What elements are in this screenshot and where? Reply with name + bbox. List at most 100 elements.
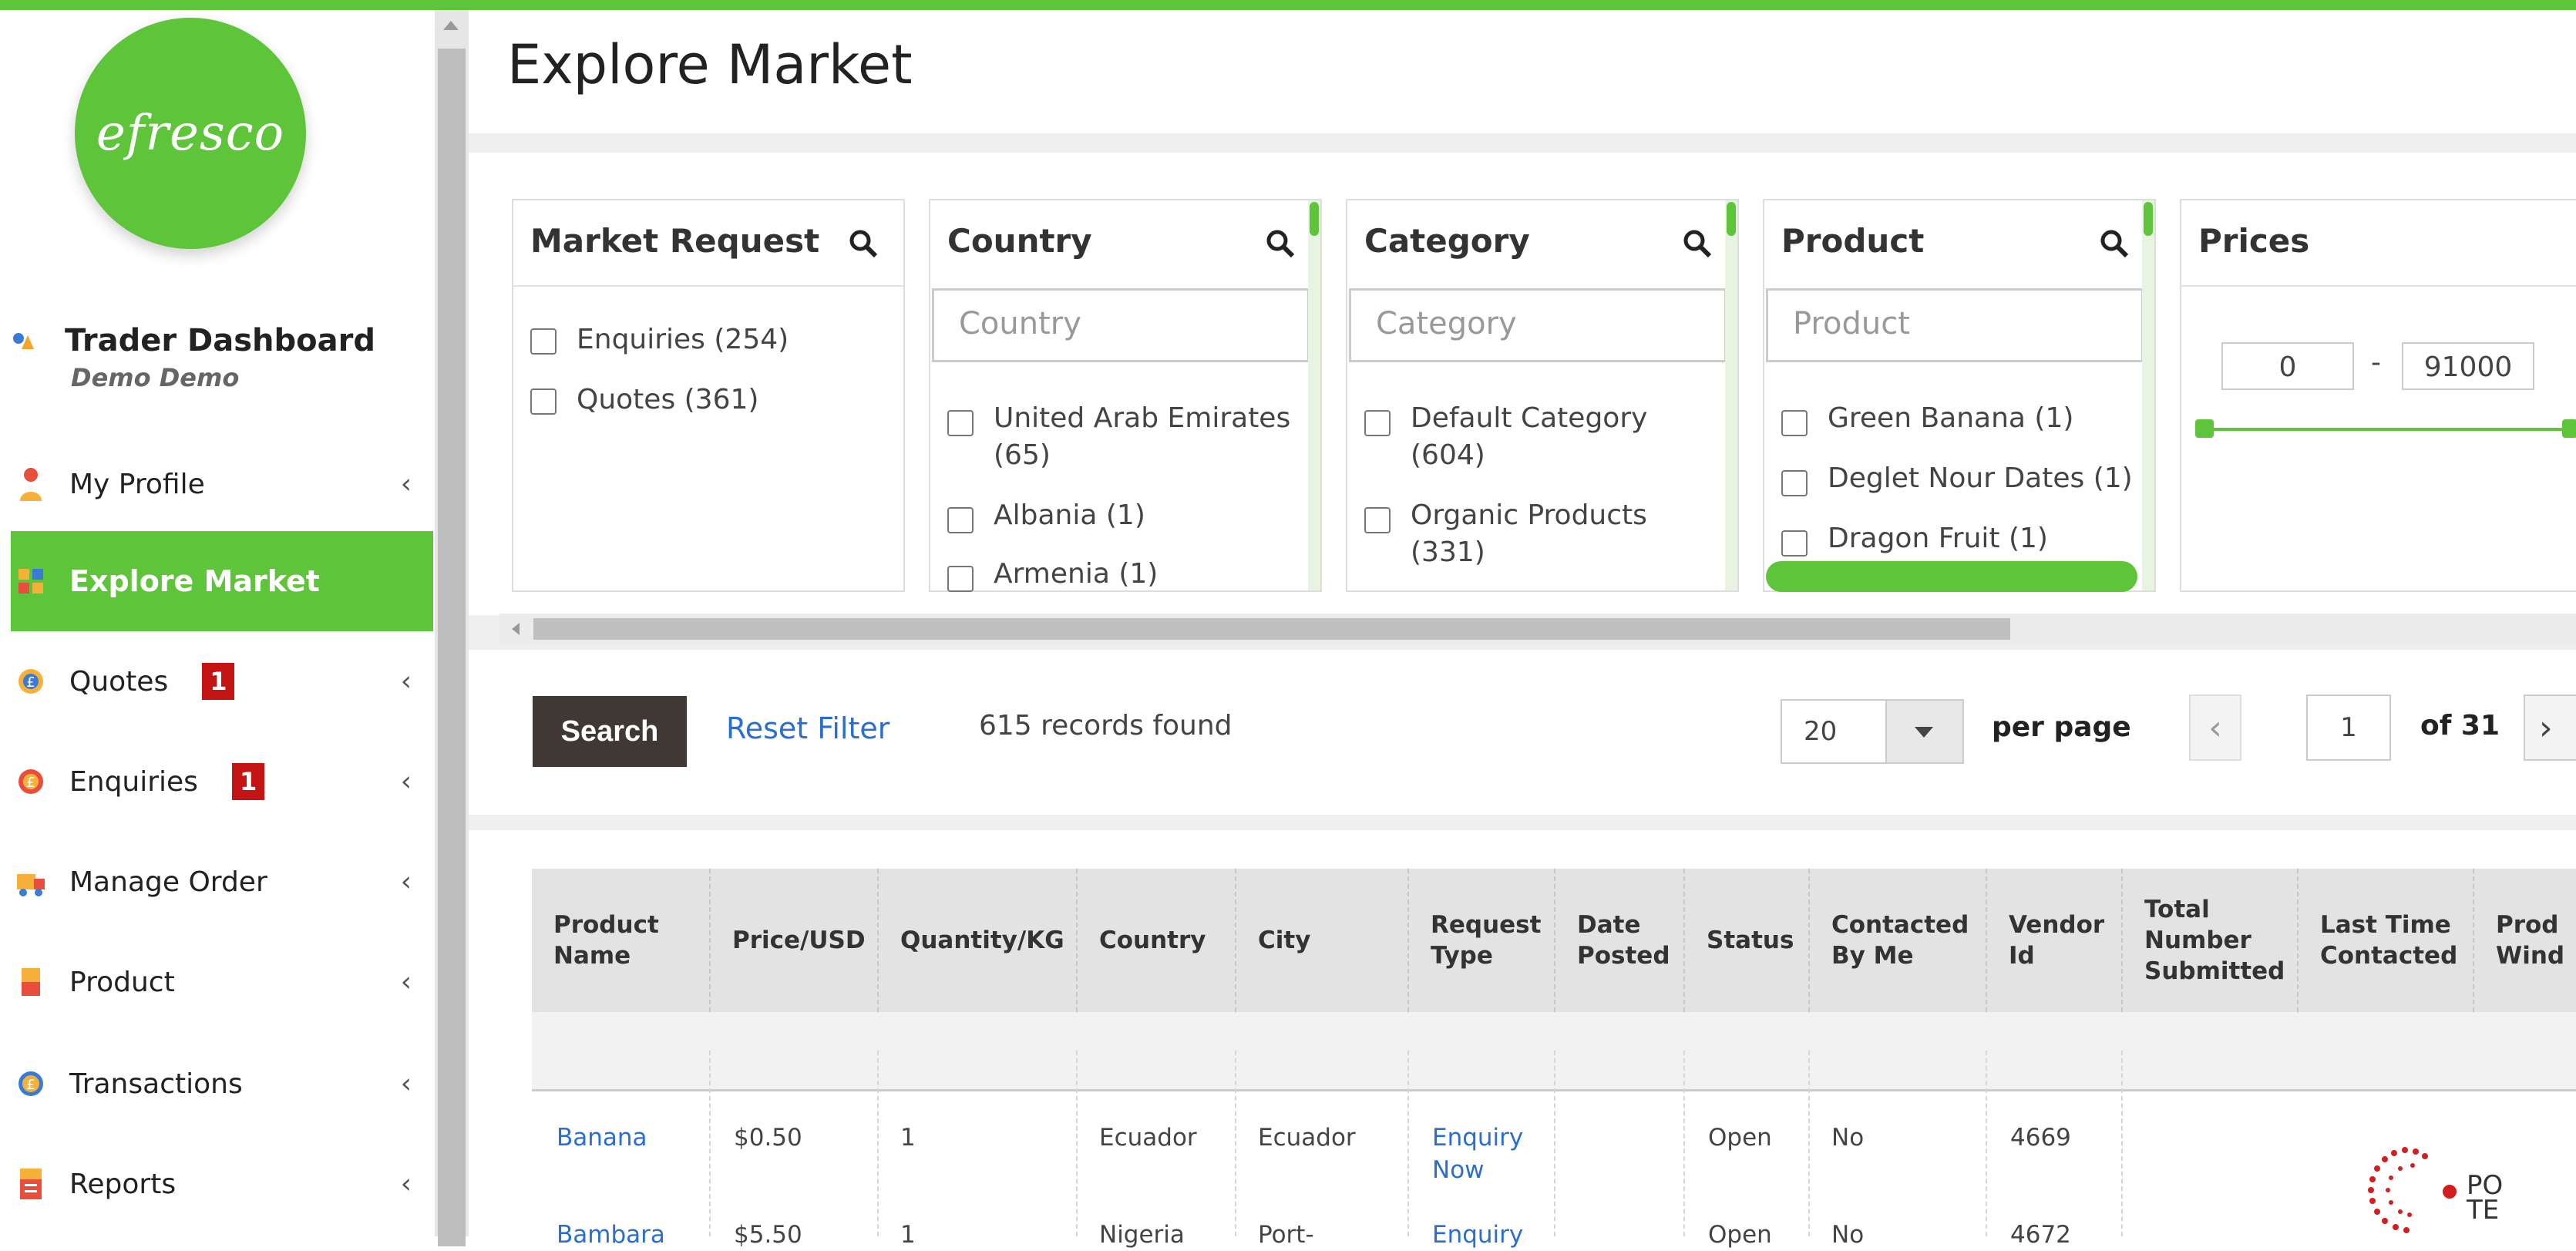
column-header[interactable]: Status xyxy=(1683,869,1808,1012)
scrollbar-thumb[interactable] xyxy=(438,49,466,1246)
country-search-input[interactable]: Country xyxy=(932,288,1310,362)
chevron-left-icon: ‹ xyxy=(400,1168,412,1200)
column-header[interactable]: Date Posted xyxy=(1554,869,1683,1012)
panel-scrollbar[interactable] xyxy=(1308,200,1320,590)
divider xyxy=(513,285,903,287)
panel-scrollbar[interactable] xyxy=(2142,200,2154,590)
scroll-left-arrow-icon[interactable] xyxy=(512,623,520,635)
column-divider xyxy=(877,1051,879,1236)
price-slider-max-handle[interactable] xyxy=(2562,419,2576,438)
request-type-link[interactable]: Enquiry xyxy=(1432,1219,1523,1251)
column-header[interactable]: Prod Wind xyxy=(2473,869,2576,1012)
search-icon[interactable] xyxy=(1682,228,1713,259)
product-checkbox[interactable] xyxy=(1781,470,1808,496)
country-checkbox[interactable] xyxy=(947,410,974,436)
horizontal-scroll-thumb[interactable] xyxy=(1766,561,2137,592)
enquiries-count-badge: 1 xyxy=(231,763,265,800)
sidebar-item-product[interactable]: Product ‹ xyxy=(11,932,433,1032)
scrollbar-thumb[interactable] xyxy=(1310,202,1319,236)
quotes-checkbox[interactable] xyxy=(530,388,557,415)
price-slider-min-handle[interactable] xyxy=(2195,419,2214,438)
product-name-link[interactable]: Banana xyxy=(557,1122,647,1154)
product-name-link[interactable]: Bambara xyxy=(557,1219,665,1251)
sidebar-item-label: Quotes xyxy=(69,665,169,698)
search-icon[interactable] xyxy=(1265,228,1296,259)
column-divider xyxy=(2121,1051,2123,1236)
sidebar-item-explore-market[interactable]: Explore Market xyxy=(11,531,433,631)
sidebar-item-transactions[interactable]: £ Transactions ‹ xyxy=(11,1034,433,1134)
quantity-cell: 1 xyxy=(900,1221,916,1249)
chevron-left-icon: ‹ xyxy=(400,866,412,898)
category-checkbox[interactable] xyxy=(1364,507,1391,533)
search-button[interactable]: Search xyxy=(533,696,687,767)
svg-text:£: £ xyxy=(26,775,35,791)
product-search-input[interactable]: Product xyxy=(1766,288,2144,362)
country-checkbox[interactable] xyxy=(947,507,974,533)
sidebar: efresco Trader Dashboard Demo Demo My Pr… xyxy=(0,10,435,1236)
sidebar-item-reports[interactable]: Reports ‹ xyxy=(11,1134,433,1234)
column-header[interactable]: City xyxy=(1235,869,1407,1012)
enquiries-checkbox[interactable] xyxy=(530,328,557,355)
column-divider xyxy=(1554,1051,1555,1236)
column-header[interactable]: Contacted By Me xyxy=(1808,869,1986,1012)
search-icon[interactable] xyxy=(2099,228,2130,259)
request-type-link[interactable]: Enquiry Now xyxy=(1432,1122,1532,1186)
order-icon xyxy=(17,874,45,896)
reports-icon xyxy=(20,1169,42,1199)
next-page-button[interactable]: › xyxy=(2524,694,2576,761)
panel-scrollbar[interactable] xyxy=(1725,200,1737,590)
chevron-left-icon: ‹ xyxy=(400,966,412,998)
scrollbar-thumb[interactable] xyxy=(1727,202,1736,236)
column-header[interactable]: Product Name xyxy=(532,869,709,1012)
column-header[interactable]: Price/USD xyxy=(709,869,877,1012)
status-cell: Open xyxy=(1708,1221,1772,1249)
min-price-input[interactable]: 0 xyxy=(2221,342,2354,390)
column-divider xyxy=(1076,1051,1078,1236)
product-checkbox[interactable] xyxy=(1781,530,1808,557)
country-cell: Ecuador xyxy=(1099,1124,1197,1152)
divider xyxy=(2181,285,2576,287)
sidebar-scrollbar[interactable] xyxy=(435,10,469,1246)
contacted-cell: No xyxy=(1831,1221,1865,1249)
column-header[interactable]: Quantity/KG xyxy=(877,869,1076,1012)
dropdown-button[interactable] xyxy=(1885,701,1962,762)
filter-title: Product xyxy=(1781,222,1925,260)
sidebar-item-quotes[interactable]: £ Quotes 1 ‹ xyxy=(11,631,433,731)
page-number-input[interactable]: 1 xyxy=(2306,694,2391,761)
country-checkbox[interactable] xyxy=(947,566,974,592)
per-page-select[interactable]: 20 xyxy=(1781,699,1964,764)
prices-filter: Prices 0 - 91000 xyxy=(2180,199,2576,592)
quotes-count-badge: 1 xyxy=(202,663,235,700)
checkbox-label-count: (331) xyxy=(1411,536,1485,568)
sidebar-item-manage-order[interactable]: Manage Order ‹ xyxy=(11,832,433,932)
price-slider-track[interactable] xyxy=(2201,428,2571,431)
search-icon[interactable] xyxy=(848,228,879,259)
efresco-logo[interactable]: efresco xyxy=(75,18,306,249)
scrollbar-thumb[interactable] xyxy=(2144,202,2153,236)
prev-page-button[interactable]: ‹ xyxy=(2189,694,2241,761)
filter-title: Prices xyxy=(2198,222,2310,260)
reset-filter-link[interactable]: Reset Filter xyxy=(726,711,889,745)
column-header[interactable]: Last Time Contacted xyxy=(2297,869,2473,1012)
filters-horizontal-scrollbar[interactable] xyxy=(499,614,2576,644)
page-header: Explore Market xyxy=(469,10,2576,133)
table-header: Product Name Price/USD Quantity/KG Count… xyxy=(532,869,2576,1012)
logo-text: efresco xyxy=(96,105,285,162)
column-header[interactable]: Total Number Submitted xyxy=(2121,869,2297,1012)
results-controls: Search Reset Filter 615 records found 20… xyxy=(469,650,2576,815)
category-search-input[interactable]: Category xyxy=(1349,288,1727,362)
product-checkbox[interactable] xyxy=(1781,410,1808,436)
scrollbar-thumb[interactable] xyxy=(533,618,2010,640)
scroll-up-arrow-icon[interactable] xyxy=(443,21,459,30)
sidebar-item-my-profile[interactable]: My Profile ‹ xyxy=(11,434,433,534)
column-divider xyxy=(709,1051,711,1236)
transactions-icon: £ xyxy=(18,1071,43,1096)
column-header[interactable]: Vendor Id xyxy=(1986,869,2121,1012)
max-price-input[interactable]: 91000 xyxy=(2402,342,2534,390)
chevron-left-icon: ‹ xyxy=(400,468,412,500)
column-header[interactable]: Country xyxy=(1076,869,1235,1012)
category-checkbox[interactable] xyxy=(1364,410,1391,436)
filter-title: Country xyxy=(947,222,1092,260)
column-header[interactable]: Request Type xyxy=(1407,869,1554,1012)
sidebar-item-enquiries[interactable]: £ Enquiries 1 ‹ xyxy=(11,731,433,832)
